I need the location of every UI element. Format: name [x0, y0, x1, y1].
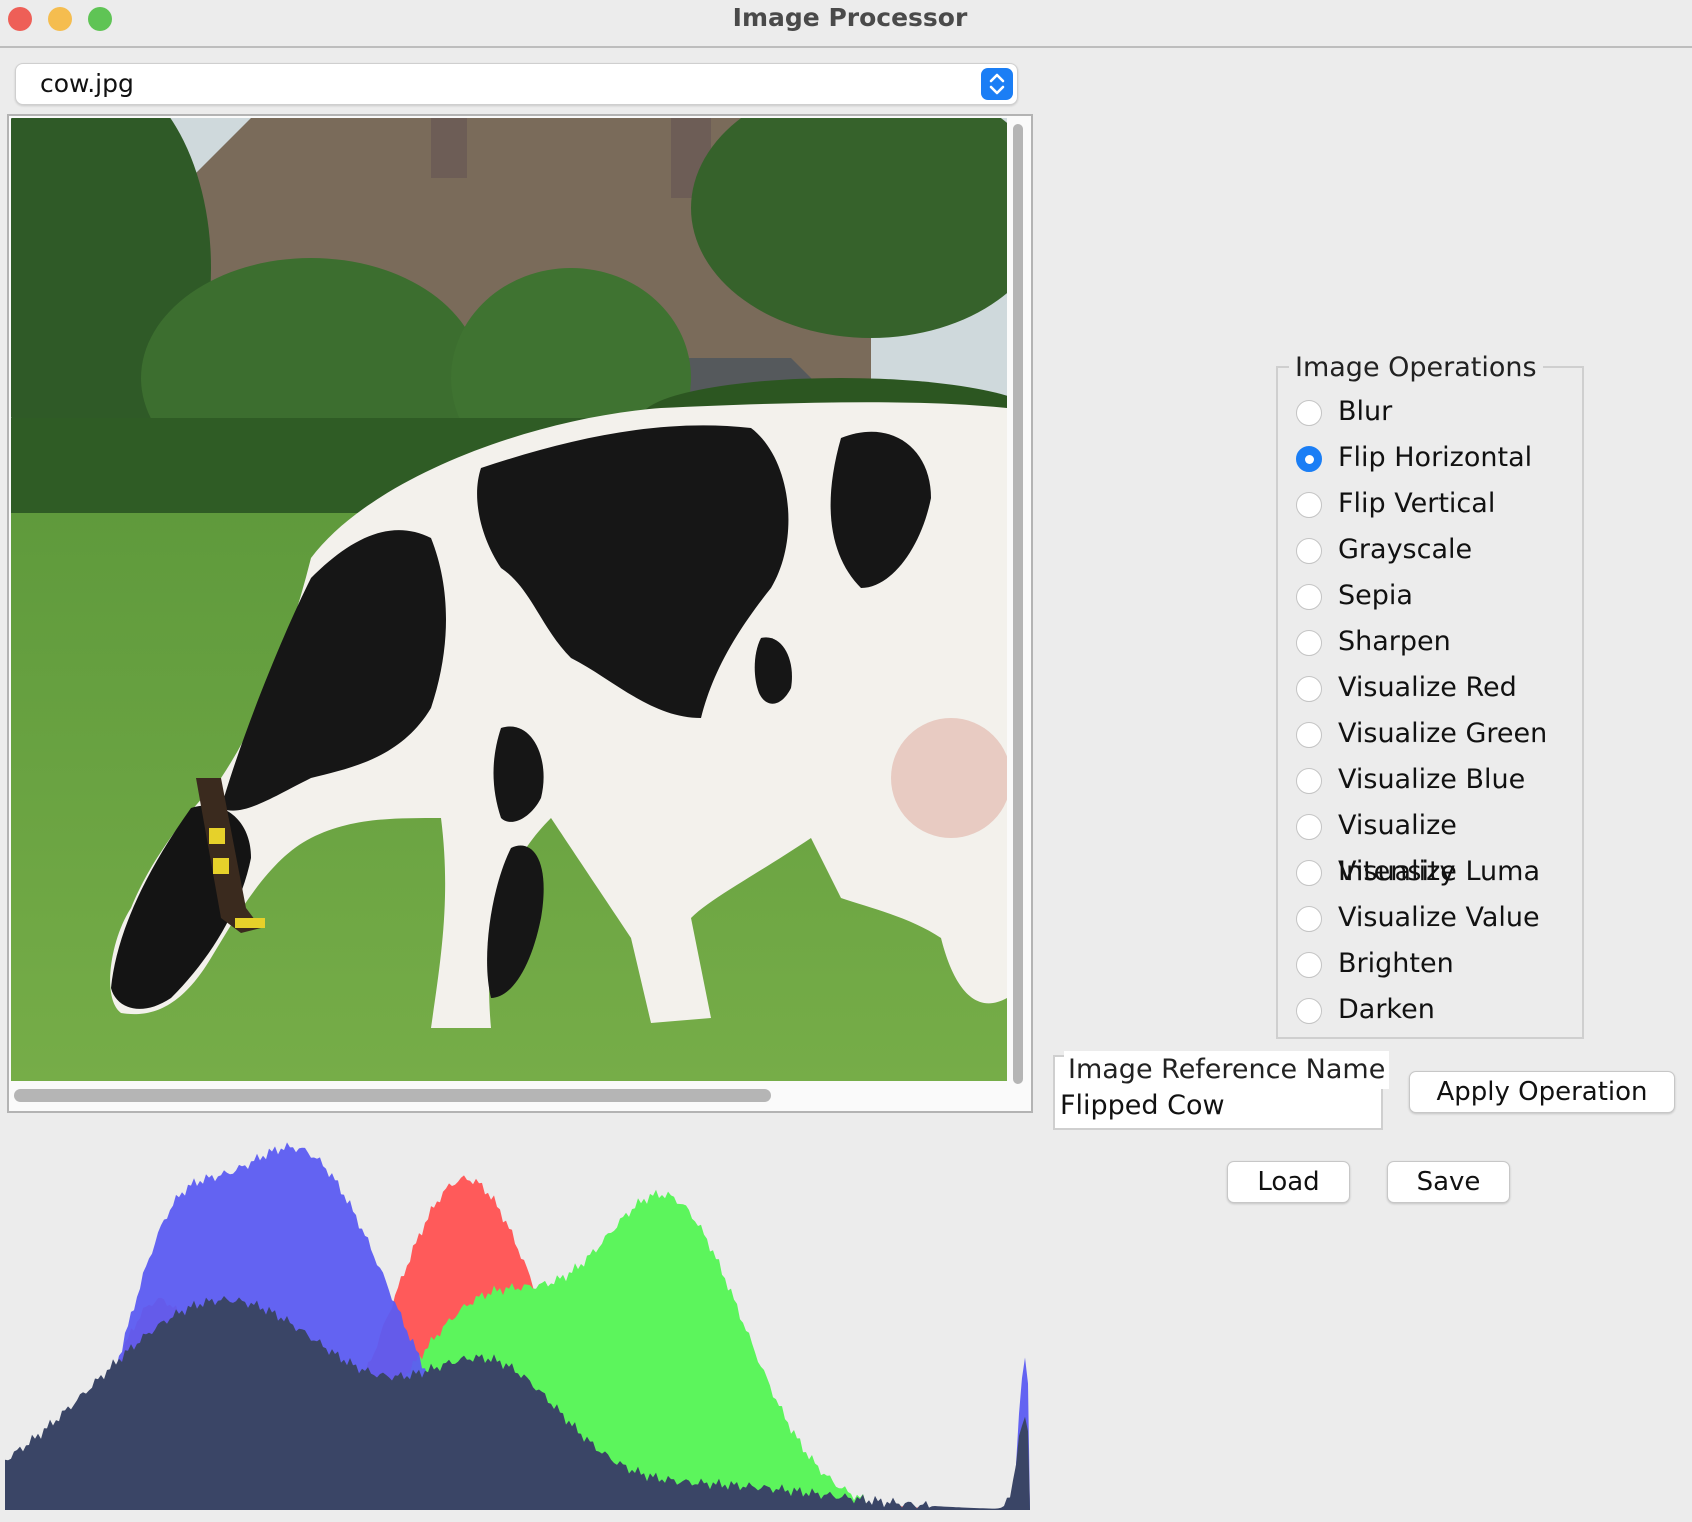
radio-visualize-blue[interactable]: Visualize Blue [1296, 757, 1578, 803]
load-button[interactable]: Load [1227, 1161, 1350, 1203]
cow-image [11, 118, 1007, 1081]
vertical-scrollbar-thumb[interactable] [1013, 124, 1023, 1084]
apply-operation-button[interactable]: Apply Operation [1409, 1071, 1675, 1113]
radio-label: Visualize Green [1338, 718, 1548, 749]
radio-label: Visualize Red [1338, 672, 1517, 703]
radio-visualize-value[interactable]: Visualize Value [1296, 895, 1578, 941]
radio-label: Flip Vertical [1338, 488, 1496, 519]
image-select-value: cow.jpg [40, 69, 134, 98]
reference-name-input[interactable]: Flipped Cow [1060, 1087, 1375, 1125]
radio-visualize-green[interactable]: Visualize Green [1296, 711, 1578, 757]
radio-button-icon[interactable] [1296, 998, 1322, 1024]
updown-chevron-icon [981, 68, 1013, 100]
radio-label: Visualize Value [1338, 902, 1540, 933]
radio-label: Flip Horizontal [1338, 442, 1533, 473]
radio-label: Sepia [1338, 580, 1413, 611]
horizontal-scrollbar-thumb[interactable] [14, 1089, 771, 1102]
radio-brighten[interactable]: Brighten [1296, 941, 1578, 987]
radio-visualize-luma[interactable]: Visualize Luma [1296, 849, 1578, 895]
radio-label: Brighten [1338, 948, 1454, 979]
radio-blur[interactable]: Blur [1296, 389, 1578, 435]
radio-button-icon[interactable] [1296, 814, 1322, 840]
radio-button-icon[interactable] [1296, 584, 1322, 610]
color-histogram [5, 1142, 1030, 1511]
radio-button-icon[interactable] [1296, 722, 1322, 748]
title-bar: Image Processor [0, 0, 1692, 48]
window-title: Image Processor [732, 3, 968, 32]
save-button[interactable]: Save [1387, 1161, 1510, 1203]
radio-visualize-red[interactable]: Visualize Red [1296, 665, 1578, 711]
radio-darken[interactable]: Darken [1296, 987, 1578, 1033]
radio-button-icon[interactable] [1296, 630, 1322, 656]
radio-button-icon[interactable] [1296, 400, 1322, 426]
radio-label: Sharpen [1338, 626, 1451, 657]
radio-button-icon[interactable] [1296, 492, 1322, 518]
image-scroll-pane[interactable] [7, 114, 1033, 1113]
radio-button-icon[interactable] [1296, 906, 1322, 932]
radio-label: Visualize Luma [1338, 856, 1540, 887]
radio-button-icon[interactable] [1296, 860, 1322, 886]
radio-button-icon[interactable] [1296, 538, 1322, 564]
radio-flip-horizontal[interactable]: Flip Horizontal [1296, 435, 1578, 481]
radio-label: Blur [1338, 396, 1393, 427]
radio-label: Darken [1338, 994, 1435, 1025]
radio-button-icon[interactable] [1296, 676, 1322, 702]
radio-flip-vertical[interactable]: Flip Vertical [1296, 481, 1578, 527]
image-operations-title: Image Operations [1289, 348, 1543, 388]
image-select[interactable]: cow.jpg [15, 63, 1018, 105]
radio-button-icon[interactable] [1296, 768, 1322, 794]
reference-name-label: Image Reference Name [1064, 1051, 1390, 1089]
radio-sharpen[interactable]: Sharpen [1296, 619, 1578, 665]
radio-button-icon[interactable] [1296, 952, 1322, 978]
radio-sepia[interactable]: Sepia [1296, 573, 1578, 619]
radio-grayscale[interactable]: Grayscale [1296, 527, 1578, 573]
radio-label: Grayscale [1338, 534, 1473, 565]
radio-label: Visualize Blue [1338, 764, 1526, 795]
radio-visualize-intensity[interactable]: Visualize Intensity [1296, 803, 1578, 887]
radio-button-icon[interactable] [1296, 446, 1322, 472]
